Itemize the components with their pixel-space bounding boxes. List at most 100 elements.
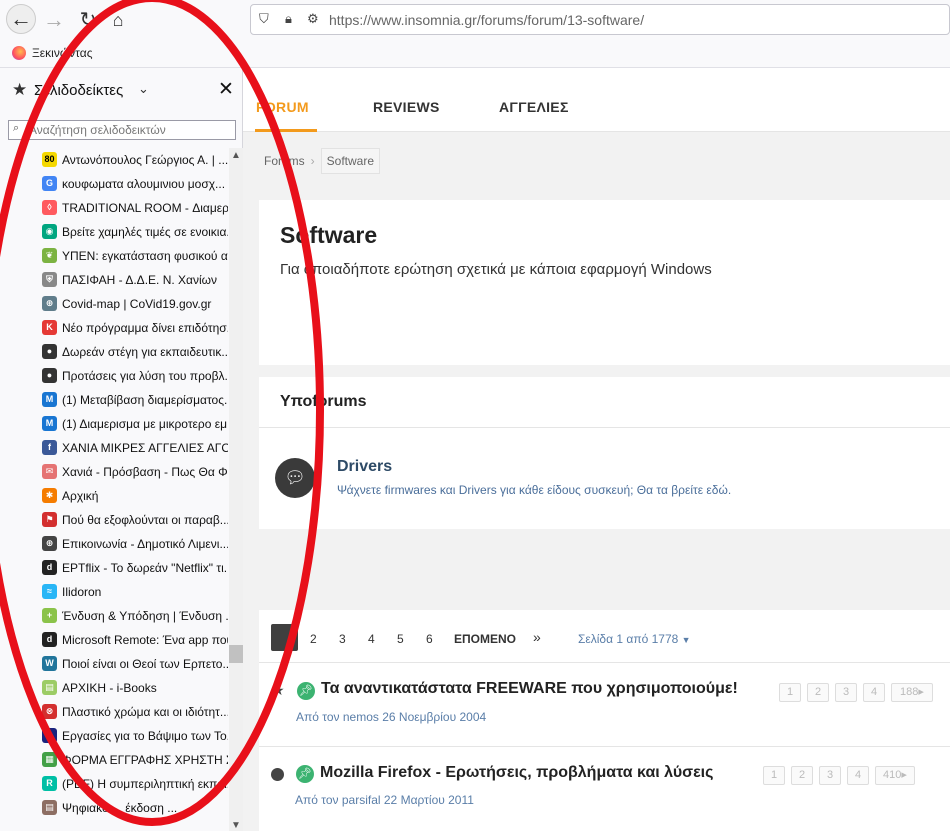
scrollbar-thumb[interactable] bbox=[229, 645, 243, 663]
bookmark-item[interactable]: K Νέο πρόγραμμα δίνει επιδότησ... bbox=[0, 316, 230, 340]
page-content: FORUM REVIEWS ΑΓΓΕΛΙΕΣ Forums › Software S… bbox=[243, 68, 950, 831]
bookmark-item[interactable]: 80 Αντωνόπουλος Γεώργιος Α. | ... bbox=[0, 148, 230, 172]
wave-favicon-icon: ≈ bbox=[42, 584, 57, 599]
caret-down-icon: ▼ bbox=[681, 635, 691, 645]
scroll-up-icon[interactable]: ▲ bbox=[231, 150, 241, 161]
bookmark-item[interactable]: ✈ Εργασίες για το Βάψιμο των Το... bbox=[0, 724, 230, 748]
thread-page-link[interactable]: 1 bbox=[779, 683, 801, 702]
thread-title-link[interactable]: Τα αναντικατάστατα FREEWARE που χρησιμοπ… bbox=[321, 680, 738, 698]
bookmark-item[interactable]: ❦ ΥΠΕΝ: εγκατάσταση φυσικού α... bbox=[0, 244, 230, 268]
books-favicon-icon: ▤ bbox=[42, 680, 57, 695]
subforum-drivers-link[interactable]: Drivers bbox=[337, 458, 392, 476]
bookmark-label: Προτάσεις για λύση του προβλ... bbox=[62, 369, 228, 383]
bookmark-item[interactable]: ▤ Ψηφιακό ... έκδοση ... bbox=[0, 796, 230, 820]
thread-page-link[interactable]: 2 bbox=[807, 683, 829, 702]
page-link[interactable]: 2 bbox=[310, 632, 317, 646]
home-icon[interactable]: ⌂ bbox=[104, 6, 132, 34]
d-favicon-icon: d bbox=[42, 632, 57, 647]
breadcrumb-forums[interactable]: Forums bbox=[264, 154, 305, 168]
bookmark-item[interactable]: ⊕ Επικοινωνία - Δημοτικό Λιμενι... bbox=[0, 532, 230, 556]
books-favicon-icon: ▤ bbox=[42, 800, 57, 815]
bookmark-item[interactable]: R (PDF) Η συμπεριληπτική εκπαί... bbox=[0, 772, 230, 796]
bookmark-item[interactable]: W Ποιοί είναι οι Θεοί των Ερπετο... bbox=[0, 652, 230, 676]
page-link[interactable]: 3 bbox=[339, 632, 346, 646]
bookmark-search-input[interactable]: ⌕ Αναζήτηση σελιδοδεικτών bbox=[8, 120, 236, 140]
bookmark-item[interactable]: ⚑ Πού θα εξοφλούνται οι παραβ... bbox=[0, 508, 230, 532]
page-link[interactable]: 5 bbox=[397, 632, 404, 646]
pagination: 2 3 4 5 6 ΕΠΟΜΕΝΟ » Σελίδα 1 από 1778 ▼ bbox=[243, 624, 950, 674]
bookmark-item[interactable]: ⊗ Πλαστικό χρώμα και οι ιδιότητ... bbox=[0, 700, 230, 724]
page-link[interactable]: 4 bbox=[368, 632, 375, 646]
page-info-text: Σελίδα 1 από 1778 bbox=[578, 632, 679, 646]
shield-icon[interactable]: ⛉ bbox=[259, 11, 269, 27]
bookmark-label: EPTflix - Το δωρεάν "Netflix" τι... bbox=[62, 561, 228, 575]
tab-forum[interactable]: FORUM bbox=[256, 99, 309, 115]
scroll-down-icon[interactable]: ▼ bbox=[231, 820, 241, 831]
thread-last-page-link[interactable]: 410▸ bbox=[875, 766, 915, 785]
sidebar-scrollbar[interactable]: ▲ ▼ bbox=[229, 148, 243, 831]
bookmark-item[interactable]: ⛨ ΠΑΣΙΦΑΗ - Δ.Δ.Ε. Ν. Χανίων bbox=[0, 268, 230, 292]
bookmark-label: Αντωνόπουλος Γεώργιος Α. | ... bbox=[62, 153, 228, 167]
thread-page-link[interactable]: 3 bbox=[819, 766, 841, 785]
bookmark-item[interactable]: ● Δωρεάν στέγη για εκπαιδευτικ... bbox=[0, 340, 230, 364]
back-button[interactable]: ← bbox=[6, 4, 36, 34]
forum-description: Για οποιαδήποτε ερώτηση σχετικά με κάποι… bbox=[280, 261, 712, 278]
close-icon[interactable]: ✕ bbox=[218, 78, 234, 101]
bookmark-label: Microsoft Remote: Ένα app που... bbox=[62, 633, 228, 647]
thread-page-link[interactable]: 4 bbox=[847, 766, 869, 785]
bookmark-item[interactable]: ▦ ΦΟΡΜΑ ΕΓΓΡΑΦΗΣ ΧΡΗΣΤΗ ΣΤ... bbox=[0, 748, 230, 772]
thread-page-link[interactable]: 3 bbox=[835, 683, 857, 702]
bookmark-item[interactable]: ✱ Αρχική bbox=[0, 484, 230, 508]
bookmark-label: (1) Μεταβίβαση διαμερίσματος... bbox=[62, 393, 228, 407]
bookmark-item[interactable]: ⊕ Covid-map | CoVid19.gov.gr bbox=[0, 292, 230, 316]
80-favicon-icon: 80 bbox=[42, 152, 57, 167]
bookmark-item[interactable]: d Microsoft Remote: Ένα app που... bbox=[0, 628, 230, 652]
bookmark-label: TRADITIONAL ROOM - Διαμερί... bbox=[62, 201, 228, 215]
thread-page-link[interactable]: 2 bbox=[791, 766, 813, 785]
bookmark-item[interactable]: ▤ ΑΡΧΙΚΗ - i-Books bbox=[0, 676, 230, 700]
permissions-icon[interactable]: ⚙ bbox=[307, 11, 319, 27]
bookmark-getting-started[interactable]: Ξεκινώντας bbox=[32, 46, 92, 60]
bookmark-item[interactable]: M (1) Μεταβίβαση διαμερίσματος... bbox=[0, 388, 230, 412]
reload-icon[interactable]: ↻ bbox=[74, 6, 102, 34]
bookmark-item[interactable]: d EPTflix - Το δωρεάν "Netflix" τι... bbox=[0, 556, 230, 580]
tripadvisor-favicon-icon: ◉ bbox=[42, 224, 57, 239]
bookmark-item[interactable]: + Ένδυση & Υπόδηση | Ένδυση ... bbox=[0, 604, 230, 628]
bookmark-item[interactable]: ◉ Βρείτε χαμηλές τιμές σε ενοικια... bbox=[0, 220, 230, 244]
url-bar[interactable]: ⛉ 🔒︎ ⚙ https://www.insomnia.gr/forums/fo… bbox=[250, 4, 950, 35]
thread-meta: Από τον nemos 26 Νοεμβρίου 2004 bbox=[296, 710, 487, 724]
tab-reviews[interactable]: REVIEWS bbox=[373, 99, 440, 115]
page-link[interactable]: 6 bbox=[426, 632, 433, 646]
head-favicon-icon: ● bbox=[42, 344, 57, 359]
thread-page-link[interactable]: 4 bbox=[863, 683, 885, 702]
bookmark-label: (1) Διαμερισμα με μικροτερο εμ... bbox=[62, 417, 228, 431]
bookmark-item[interactable]: f ΧΑΝΙΑ ΜΙΚΡΕΣ ΑΓΓΕΛΙΕΣ ΑΓΟΡ... bbox=[0, 436, 230, 460]
tab-aggelies[interactable]: ΑΓΓΕΛΙΕΣ bbox=[499, 99, 569, 115]
R-favicon-icon: R bbox=[42, 776, 57, 791]
bookmark-item[interactable]: Gκουφωματα αλουμινιου μοσχ... bbox=[0, 172, 230, 196]
bookmark-label: Ποιοί είναι οι Θεοί των Ερπετο... bbox=[62, 657, 228, 671]
url-text[interactable]: https://www.insomnia.gr/forums/forum/13-… bbox=[329, 12, 644, 28]
breadcrumb-software[interactable]: Software bbox=[320, 148, 381, 174]
thread-last-page-link[interactable]: 188▸ bbox=[891, 683, 933, 702]
bookmark-item[interactable]: ✉ Χανιά - Πρόσβαση - Πως Θα Φ... bbox=[0, 460, 230, 484]
thread-meta: Από τον parsifal 22 Μαρτίου 2011 bbox=[295, 793, 474, 807]
forward-button[interactable]: → bbox=[40, 6, 68, 34]
sidebar-title[interactable]: Σελιδοδείκτες bbox=[34, 82, 123, 99]
bookmark-label: Ένδυση & Υπόδηση | Ένδυση ... bbox=[62, 609, 228, 623]
bookmark-item[interactable]: ◊ TRADITIONAL ROOM - Διαμερί... bbox=[0, 196, 230, 220]
chevron-down-icon[interactable]: ⌄ bbox=[138, 81, 149, 97]
bookmark-item[interactable]: ≈ Ilidoron bbox=[0, 580, 230, 604]
page-info-dropdown[interactable]: Σελίδα 1 από 1778 ▼ bbox=[578, 632, 691, 646]
next-page-button[interactable]: ΕΠΟΜΕΝΟ bbox=[454, 632, 516, 646]
lock-icon[interactable]: 🔒︎ bbox=[285, 11, 292, 27]
last-page-button[interactable]: » bbox=[533, 629, 541, 645]
bookmark-item[interactable]: M (1) Διαμερισμα με μικροτερο εμ... bbox=[0, 412, 230, 436]
subforums-heading: Υποforums bbox=[280, 393, 367, 410]
bookmark-item[interactable]: ● Προτάσεις για λύση του προβλ... bbox=[0, 364, 230, 388]
pagination-current[interactable] bbox=[271, 624, 298, 651]
thread-page-link[interactable]: 1 bbox=[763, 766, 785, 785]
thread-title-link[interactable]: Mozilla Firefox - Ερωτήσεις, προβλήματα … bbox=[320, 764, 713, 782]
bookmark-label: Ψηφιακό ... έκδοση ... bbox=[62, 801, 178, 815]
bookmark-label: ΥΠΕΝ: εγκατάσταση φυσικού α... bbox=[62, 249, 228, 263]
